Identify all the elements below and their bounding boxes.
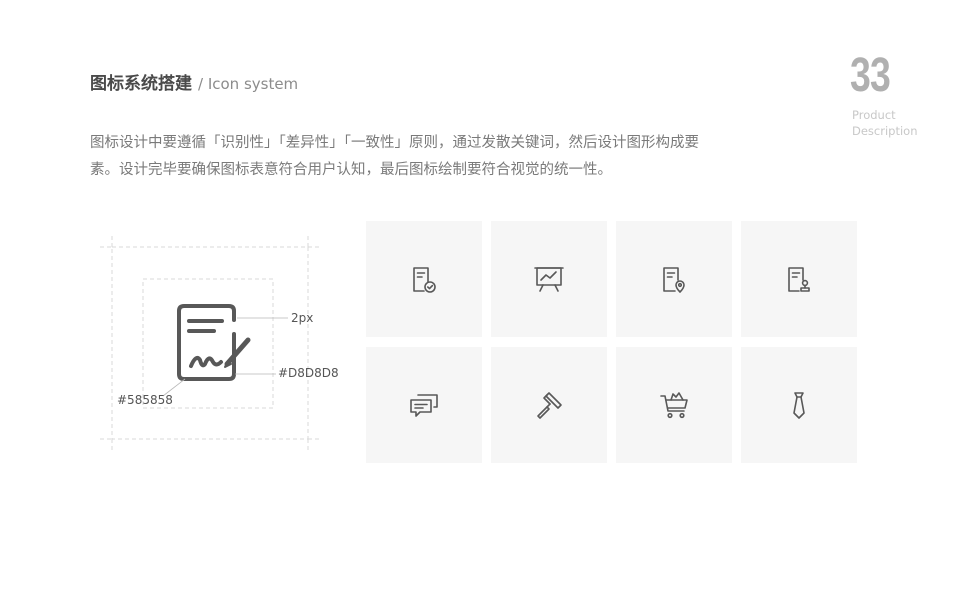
document-location-icon [663, 267, 685, 293]
signature-document-icon [177, 304, 251, 381]
description: 图标设计中要遵循「识别性」「差异性」「一致性」原则，通过发散关键词，然后设计图形… [90, 130, 750, 184]
icon-tile [741, 221, 857, 337]
title-sub: / Icon system [198, 75, 299, 93]
page-label-line2: Description [852, 124, 918, 138]
page-label-line1: Product [852, 108, 896, 122]
spec-guides [100, 236, 320, 450]
chat-bubbles-icon [410, 394, 438, 417]
page-title: 图标系统搭建 / Icon system [90, 69, 298, 94]
description-line1: 图标设计中要遵循「识别性」「差异性」「一致性」原则，通过发散关键词，然后设计图形… [90, 135, 699, 151]
stroke-width-label: 2px [291, 311, 314, 325]
icon-tile [366, 221, 482, 337]
document-check-icon [413, 267, 436, 293]
icon-color-label: #585858 [117, 393, 173, 407]
icon-tile [741, 347, 857, 463]
shopping-cart-icon [660, 392, 688, 419]
paint-roller-icon [537, 392, 562, 419]
icon-tile [491, 221, 607, 337]
icon-spec-diagram: 2px #D8D8D8 #585858 [100, 236, 350, 456]
guide-color-label: #D8D8D8 [278, 366, 339, 380]
page-number: 33 [850, 49, 891, 102]
presentation-chart-icon [534, 267, 564, 292]
icon-tile [491, 347, 607, 463]
document-seal-icon [788, 267, 810, 292]
icon-tile [366, 347, 482, 463]
outer-guide-box [111, 246, 309, 440]
icon-tile [616, 221, 732, 337]
icon-tile [616, 347, 732, 463]
inner-guide-box [142, 278, 274, 409]
title-main: 图标系统搭建 [90, 74, 192, 94]
necktie-icon [793, 392, 805, 419]
description-line2: 素。设计完毕要确保图标表意符合用户认知，最后图标绘制要符合视觉的统一性。 [90, 162, 612, 178]
page-label: Product Description [852, 107, 918, 139]
